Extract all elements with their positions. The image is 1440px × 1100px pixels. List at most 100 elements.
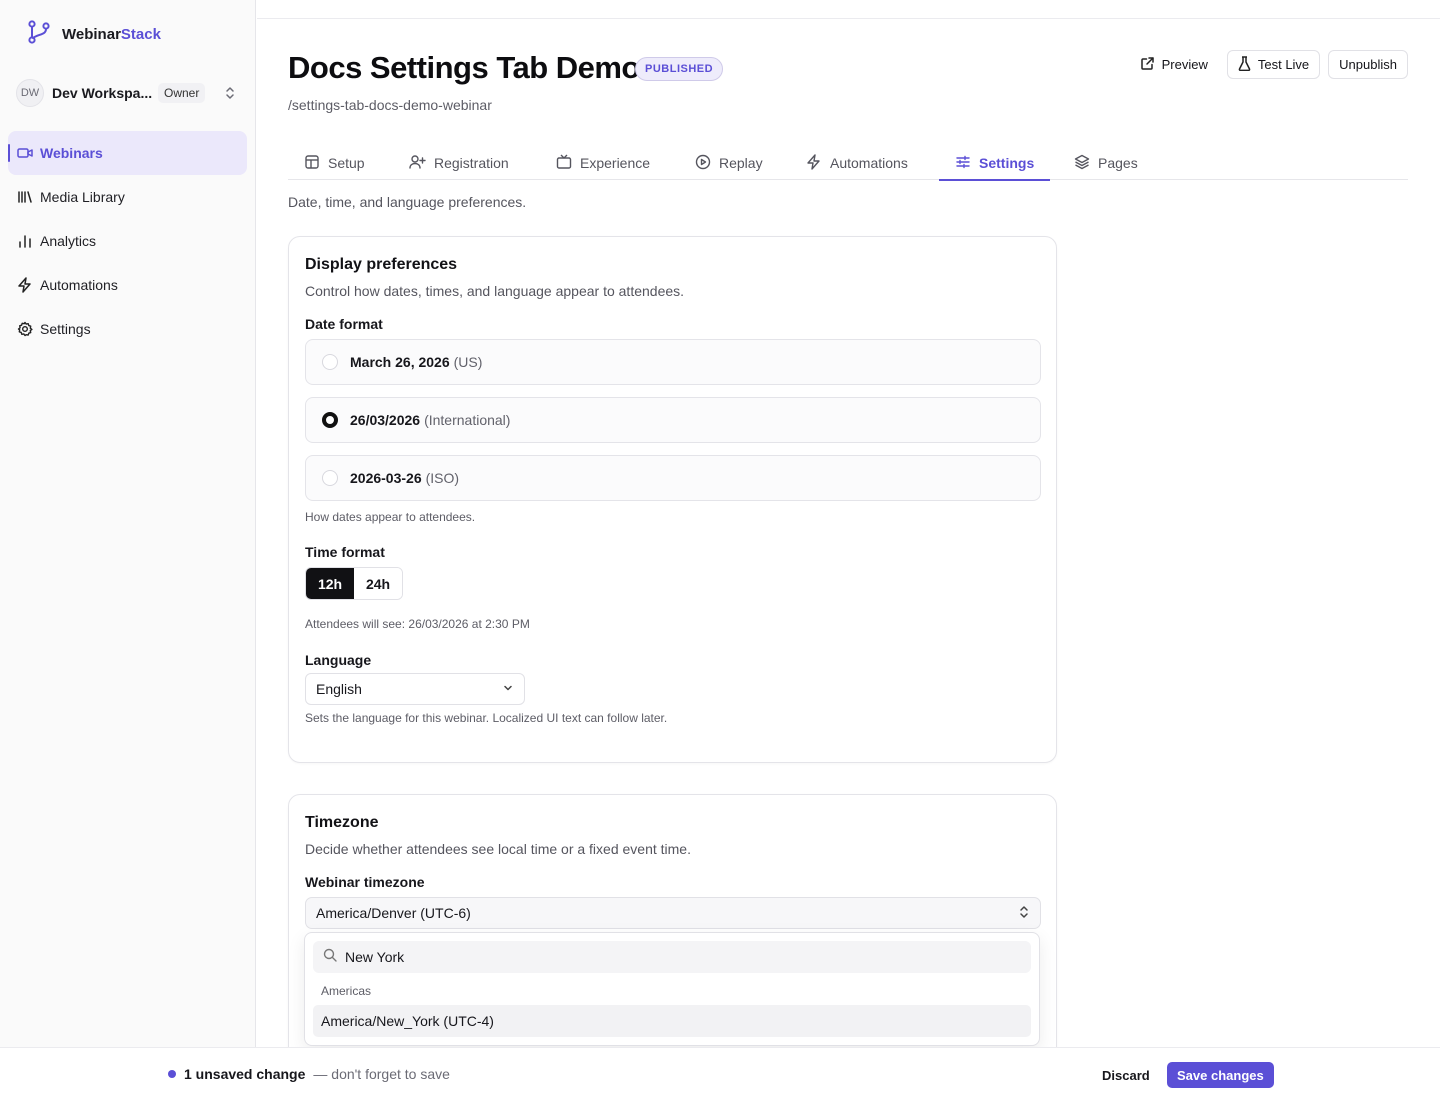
sidebar-item-label: Automations [40, 277, 118, 293]
chevron-down-icon [502, 681, 514, 697]
date-format-option-us[interactable]: March 26, 2026 (US) [305, 339, 1041, 385]
timezone-selected-value: America/Denver (UTC-6) [316, 905, 471, 921]
tab-replay[interactable]: Replay [695, 146, 763, 180]
branch-icon [26, 19, 52, 50]
unsaved-dot [168, 1070, 176, 1078]
sidebar-item-settings[interactable]: Settings [8, 307, 247, 351]
tab-pages[interactable]: Pages [1074, 146, 1138, 180]
flask-icon [1238, 55, 1251, 74]
timezone-group-label: Americas [321, 984, 372, 998]
sidebar-item-label: Webinars [40, 145, 103, 161]
chevron-up-down-icon [224, 85, 236, 101]
sidebar: WebinarStack DW Dev Workspa... Owner Web… [0, 0, 256, 1100]
chevron-up-down-icon [1018, 904, 1030, 923]
layout-icon [304, 154, 320, 173]
time-format-toggle: 12h 24h [305, 567, 403, 600]
date-format-option-iso[interactable]: 2026-03-26 (ISO) [305, 455, 1041, 501]
time-format-12h[interactable]: 12h [306, 568, 354, 599]
sidebar-item-webinars[interactable]: Webinars [8, 131, 247, 175]
sidebar-item-analytics[interactable]: Analytics [8, 219, 247, 263]
time-format-preview: Attendees will see: 26/03/2026 at 2:30 P… [305, 617, 530, 631]
sidebar-item-label: Settings [40, 321, 91, 337]
workspace-switcher[interactable]: DW Dev Workspa... Owner [16, 78, 244, 108]
tab-label: Setup [328, 155, 365, 171]
option-value: March 26, 2026 [350, 354, 450, 370]
webinar-timezone-label: Webinar timezone [305, 874, 425, 890]
preview-button[interactable]: Preview [1128, 50, 1219, 79]
external-link-icon [1140, 56, 1155, 74]
timezone-dropdown: Americas America/New_York (UTC-4) [304, 932, 1040, 1046]
sidebar-item-automations[interactable]: Automations [8, 263, 247, 307]
timezone-option[interactable]: America/New_York (UTC-4) [313, 1005, 1031, 1037]
tab-setup[interactable]: Setup [304, 146, 365, 180]
timezone-select[interactable]: America/Denver (UTC-6) [305, 897, 1041, 929]
language-select[interactable]: English [305, 673, 525, 705]
play-circle-icon [695, 154, 711, 173]
unsaved-indicator: 1 unsaved change — don't forget to save [168, 1066, 450, 1082]
tab-label: Registration [434, 155, 509, 171]
brand-logo[interactable]: WebinarStack [26, 19, 161, 50]
webinar-slug: /settings-tab-docs-demo-webinar [288, 97, 492, 113]
tab-automations[interactable]: Automations [806, 146, 908, 180]
header-actions: Preview Test Live Unpublish [1128, 50, 1408, 79]
discard-button[interactable]: Discard [1092, 1062, 1160, 1088]
sidebar-item-media-library[interactable]: Media Library [8, 175, 247, 219]
sidebar-item-label: Media Library [40, 189, 125, 205]
time-format-24h[interactable]: 24h [354, 568, 402, 599]
card-subtitle: Control how dates, times, and language a… [305, 283, 685, 299]
lightning-icon [17, 277, 33, 293]
radio-button[interactable] [322, 354, 338, 370]
card-title: Timezone [305, 814, 379, 831]
status-badge: PUBLISHED [635, 57, 724, 81]
workspace-name: Dev Workspa... [52, 85, 153, 101]
sliders-icon [955, 154, 971, 173]
language-selected-value: English [316, 681, 362, 697]
sidebar-item-label: Analytics [40, 233, 97, 249]
tab-description: Date, time, and language preferences. [288, 194, 527, 210]
tab-label: Pages [1098, 155, 1138, 171]
unsaved-note: — don't forget to save [313, 1066, 450, 1082]
save-changes-button[interactable]: Save changes [1167, 1062, 1274, 1088]
option-value: 2026-03-26 [350, 470, 422, 486]
unsaved-count: 1 unsaved change [184, 1066, 306, 1082]
radio-button-checked[interactable] [322, 412, 338, 428]
card-subtitle: Decide whether attendees see local time … [305, 841, 691, 857]
radio-button[interactable] [322, 470, 338, 486]
tab-bar: Setup Registration Experience Replay Aut… [288, 146, 1408, 181]
workspace-role-badge: Owner [158, 83, 206, 103]
option-value: 26/03/2026 [350, 412, 421, 428]
tab-label: Replay [719, 155, 763, 171]
unpublish-button[interactable]: Unpublish [1328, 50, 1408, 79]
layers-icon [1074, 154, 1090, 173]
tab-label: Experience [580, 155, 651, 171]
language-hint: Sets the language for this webinar. Loca… [305, 711, 668, 725]
tab-label: Automations [830, 155, 908, 171]
test-live-button-label: Test Live [1257, 57, 1310, 72]
date-format-option-international[interactable]: 26/03/2026 (International) [305, 397, 1041, 443]
video-icon [17, 145, 33, 161]
user-plus-icon [409, 154, 426, 173]
language-label: Language [305, 652, 372, 668]
unsaved-changes-bar: 1 unsaved change — don't forget to save … [0, 1047, 1440, 1100]
option-note: (US) [453, 354, 483, 370]
tab-experience[interactable]: Experience [556, 146, 650, 180]
option-note: (International) [424, 412, 511, 428]
tab-settings[interactable]: Settings [938, 146, 1051, 181]
display-preferences-card: Display preferences Control how dates, t… [288, 236, 1057, 763]
gear-icon [17, 321, 33, 337]
brand-name: WebinarStack [62, 25, 161, 43]
date-format-label: Date format [305, 316, 383, 332]
search-icon [323, 948, 337, 967]
workspace-avatar: DW [16, 79, 44, 107]
top-divider [257, 18, 1440, 19]
test-live-button[interactable]: Test Live [1226, 50, 1321, 79]
sidebar-nav: Webinars Media Library Analytics Automat… [8, 131, 247, 351]
bar-chart-icon [17, 233, 33, 249]
tv-icon [556, 154, 572, 173]
lightning-icon [806, 153, 822, 173]
page-title: Docs Settings Tab Demo [288, 50, 640, 85]
timezone-search-input[interactable] [345, 949, 945, 965]
time-format-label: Time format [305, 544, 385, 560]
tab-registration[interactable]: Registration [409, 146, 509, 180]
date-format-hint: How dates appear to attendees. [305, 510, 476, 524]
